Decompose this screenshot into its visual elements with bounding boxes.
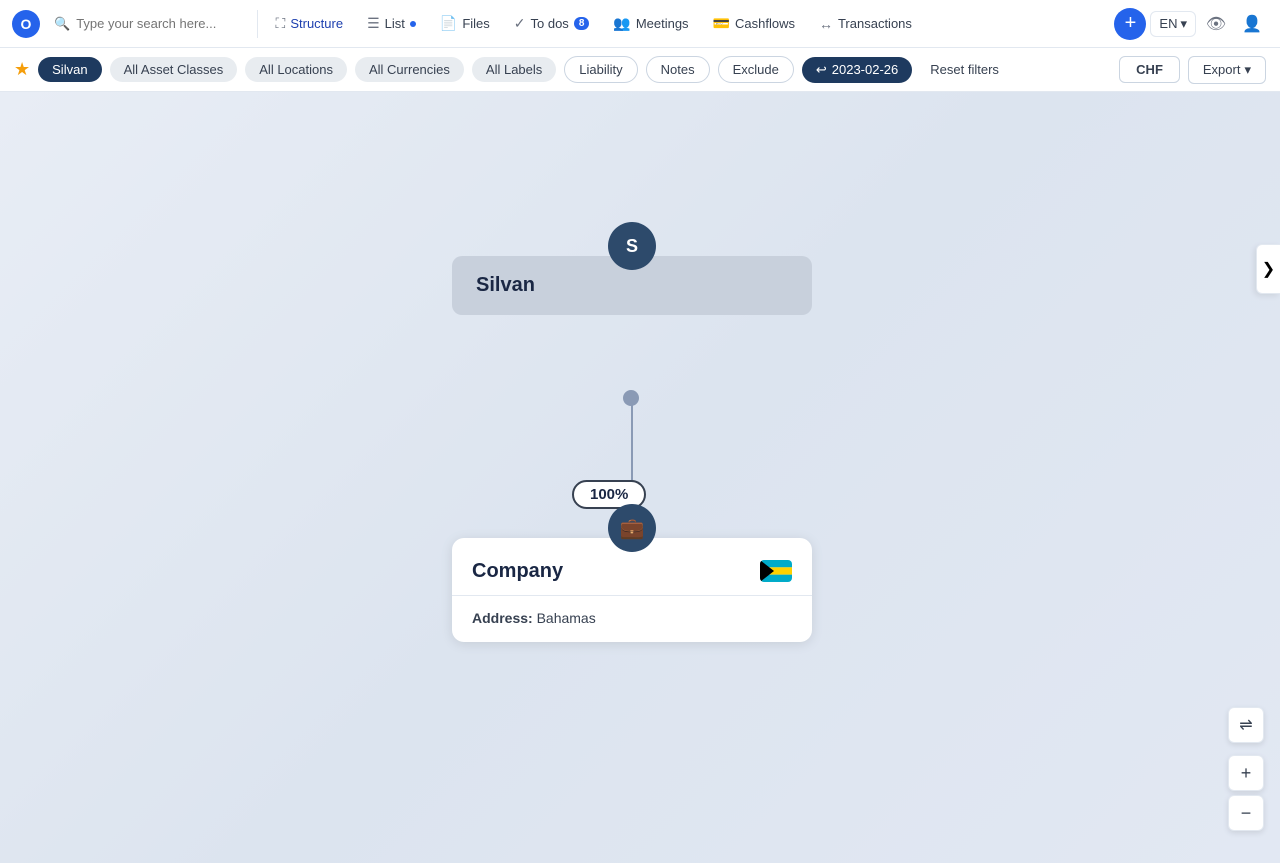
nav-item-cashflows[interactable]: 💳 Cashflows — [703, 11, 805, 36]
search-area[interactable]: 🔍 — [44, 16, 249, 32]
zoom-controls: ⇌ + − — [1228, 707, 1264, 831]
filter-asset-classes[interactable]: All Asset Classes — [110, 57, 238, 82]
nav-divider — [257, 10, 258, 38]
list-icon: ☰ — [367, 15, 380, 32]
nav-item-todos[interactable]: ✓ To dos 8 — [504, 11, 600, 36]
filter-currencies[interactable]: All Currencies — [355, 57, 464, 82]
zoom-in-button[interactable]: + — [1228, 755, 1264, 791]
filter-bar: ★ Silvan All Asset Classes All Locations… — [0, 48, 1280, 92]
currency-button[interactable]: CHF — [1119, 56, 1180, 83]
filter-liability[interactable]: Liability — [564, 56, 637, 83]
search-input[interactable] — [76, 16, 216, 31]
company-card-body: Address: Bahamas — [452, 596, 812, 642]
todos-badge: 8 — [574, 17, 590, 30]
chevron-left-icon: ❯ — [1262, 259, 1275, 279]
silvan-avatar: S — [608, 222, 656, 270]
search-icon: 🔍 — [54, 16, 70, 32]
language-selector[interactable]: EN ▾ — [1150, 11, 1196, 37]
eye-button[interactable]: 👁 — [1200, 8, 1232, 40]
filter-locations[interactable]: All Locations — [245, 57, 347, 82]
company-card[interactable]: Company Address: Bahamas — [452, 538, 812, 642]
chevron-down-icon: ▾ — [1180, 16, 1187, 32]
collapse-panel-button[interactable]: ❯ — [1256, 244, 1280, 294]
export-button[interactable]: Export ▾ — [1188, 56, 1266, 84]
country-flag — [760, 560, 792, 582]
silvan-name: Silvan — [476, 274, 535, 296]
company-address: Address: Bahamas — [472, 610, 596, 626]
export-chevron-icon: ▾ — [1244, 62, 1251, 78]
filter-date[interactable]: ↩ 2023-02-26 — [802, 57, 912, 83]
nav-item-structure[interactable]: ⛶ Structure — [266, 11, 354, 36]
transactions-icon: ↔ — [819, 16, 833, 32]
company-avatar: 💼 — [608, 504, 656, 552]
eye-icon: 👁 — [1206, 14, 1226, 34]
filter-notes[interactable]: Notes — [646, 56, 710, 83]
structure-icon: ⛶ — [276, 15, 286, 32]
filter-adjust-icon: ⇌ — [1239, 715, 1252, 735]
filter-control-button[interactable]: ⇌ — [1228, 707, 1264, 743]
list-dot — [410, 21, 416, 27]
filter-labels[interactable]: All Labels — [472, 57, 556, 82]
silvan-node[interactable]: S Silvan — [452, 222, 812, 315]
company-node[interactable]: 💼 Company Address: Bahamas — [452, 504, 812, 642]
connector-dot — [623, 390, 639, 406]
meetings-icon: 👥 — [613, 15, 630, 32]
star-button[interactable]: ★ — [14, 59, 30, 80]
filter-exclude[interactable]: Exclude — [718, 56, 794, 83]
plus-icon: + — [1241, 763, 1252, 784]
company-icon: 💼 — [620, 516, 645, 541]
company-name: Company — [472, 560, 563, 583]
todos-icon: ✓ — [514, 15, 526, 32]
structure-canvas: S Silvan 100% 💼 Company — [0, 92, 1280, 863]
zoom-out-button[interactable]: − — [1228, 795, 1264, 831]
filter-silvan[interactable]: Silvan — [38, 57, 101, 82]
files-icon: 📄 — [440, 15, 457, 32]
nav-item-transactions[interactable]: ↔ Transactions — [809, 12, 922, 36]
nav-item-files[interactable]: 📄 Files — [430, 11, 500, 36]
nav-item-list[interactable]: ☰ List — [357, 11, 426, 36]
date-reset-icon: ↩ — [816, 62, 827, 78]
top-navbar: O 🔍 ⛶ Structure ☰ List 📄 Files ✓ To dos … — [0, 0, 1280, 48]
reset-filters-button[interactable]: Reset filters — [920, 57, 1009, 82]
add-button[interactable]: + — [1114, 8, 1146, 40]
cashflows-icon: 💳 — [713, 15, 730, 32]
app-logo[interactable]: O — [12, 10, 40, 38]
user-button[interactable]: 👤 — [1236, 8, 1268, 40]
nav-item-meetings[interactable]: 👥 Meetings — [603, 11, 698, 36]
minus-icon: − — [1241, 803, 1252, 824]
user-icon: 👤 — [1242, 14, 1262, 34]
